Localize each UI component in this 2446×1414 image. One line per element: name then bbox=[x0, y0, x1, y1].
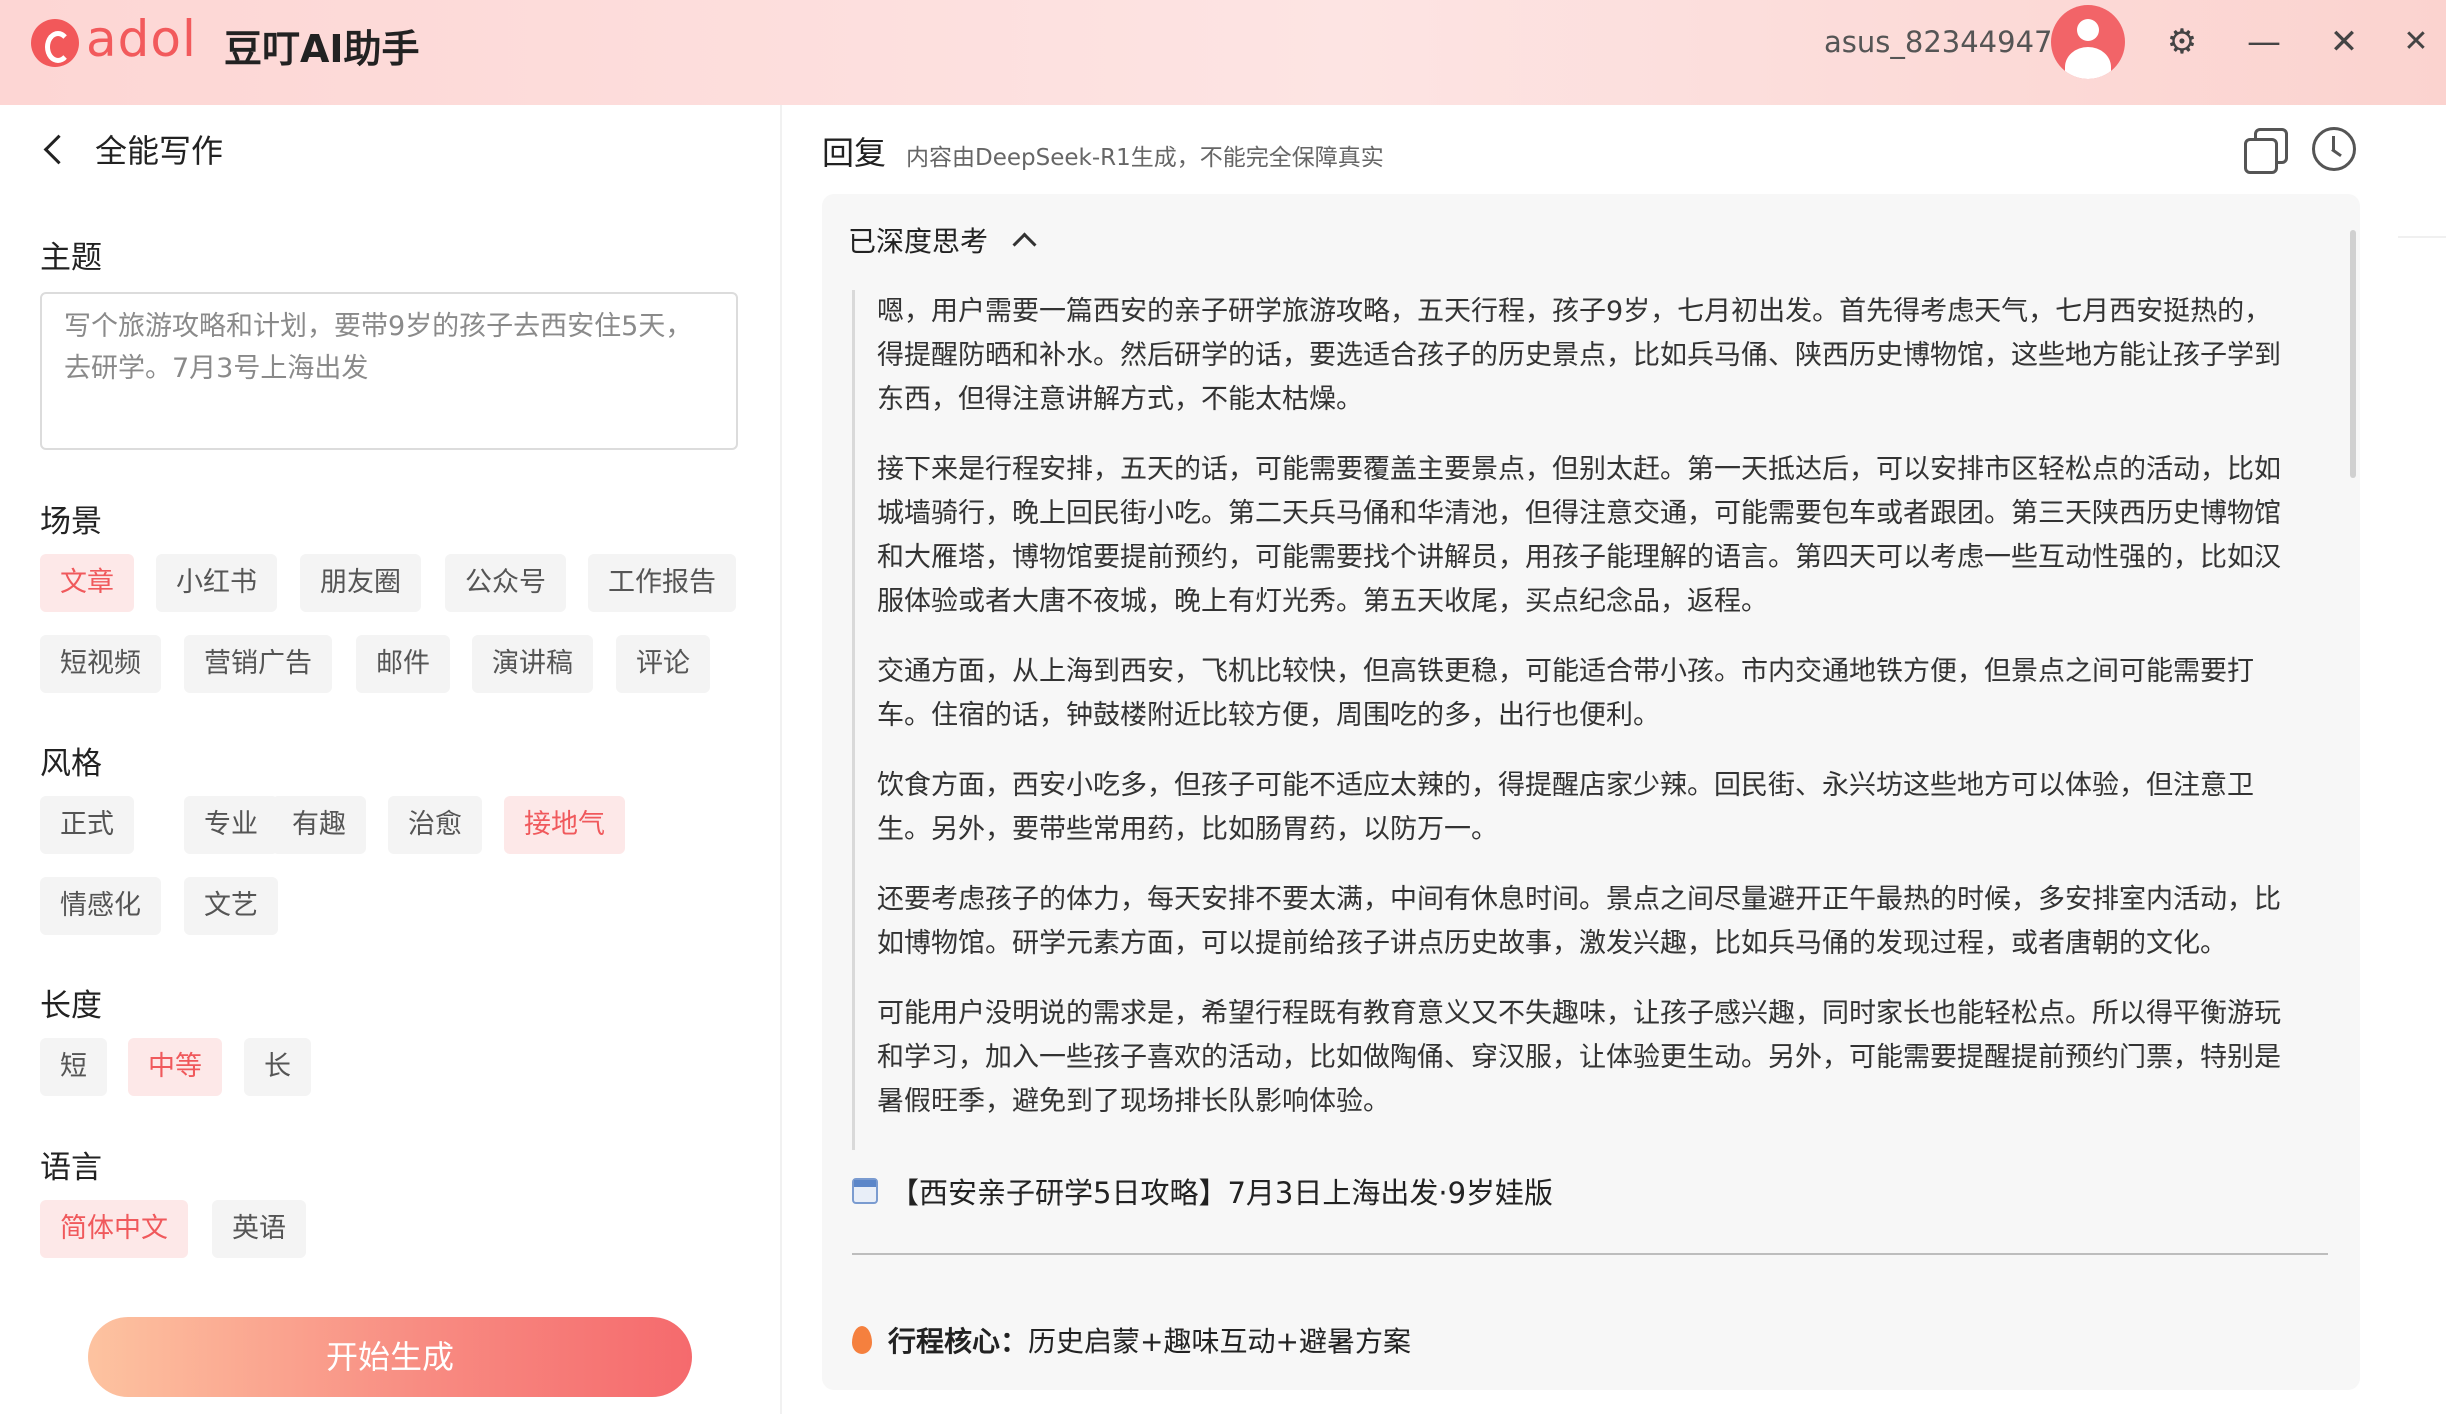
length-option[interactable]: 长 bbox=[244, 1038, 311, 1096]
app-title: 豆叮AI助手 bbox=[224, 27, 420, 71]
scene-option[interactable]: 朋友圈 bbox=[300, 554, 421, 612]
fire-icon bbox=[852, 1326, 872, 1354]
back-nav[interactable]: 全能写作 bbox=[40, 126, 223, 172]
chevron-up-icon[interactable] bbox=[1012, 231, 1037, 257]
thinking-paragraph: 还要考虑孩子的体力，每天安排不要太满，中间有休息时间。景点之间尽量避开正午最热的… bbox=[877, 884, 2281, 959]
style-label: 风格 bbox=[40, 746, 102, 782]
plan-title: 【西安亲子研学5日攻略】7月3日上海出发·9岁娃版 bbox=[890, 1176, 1554, 1210]
style-option[interactable]: 专业 bbox=[184, 796, 278, 854]
style-option[interactable]: 接地气 bbox=[504, 796, 625, 854]
style-option[interactable]: 治愈 bbox=[388, 796, 482, 854]
scene-option[interactable]: 小红书 bbox=[156, 554, 277, 612]
topic-input[interactable]: 写个旅游攻略和计划，要带9岁的孩子去西安住5天，去研学。7月3号上海出发 bbox=[40, 292, 738, 450]
reply-disclaimer: 内容由DeepSeek-R1生成，不能完全保障真实 bbox=[906, 145, 1384, 171]
reply-content: 已深度思考 嗯，用户需要一篇西安的亲子研学旅游攻略，五天行程，孩子9岁，七月初出… bbox=[822, 194, 2360, 1390]
style-option[interactable]: 文艺 bbox=[184, 877, 278, 935]
scene-option[interactable]: 短视频 bbox=[40, 635, 161, 693]
deep-thinking-label: 已深度思考 bbox=[848, 225, 989, 258]
reply-title: 回复 bbox=[822, 134, 887, 172]
thinking-paragraph: 嗯，用户需要一篇西安的亲子研学旅游攻略，五天行程，孩子9岁，七月初出发。首先得考… bbox=[877, 296, 2281, 415]
scene-option[interactable]: 邮件 bbox=[356, 635, 450, 693]
language-label: 语言 bbox=[40, 1150, 102, 1186]
thinking-paragraph: 可能用户没明说的需求是，希望行程既有教育意义又不失趣味，让孩子感兴趣，同时家长也… bbox=[877, 998, 2281, 1117]
gear-icon[interactable]: ⚙ bbox=[2160, 20, 2204, 64]
scene-option[interactable]: 文章 bbox=[40, 554, 134, 612]
plan-heading: 【西安亲子研学5日攻略】7月3日上海出发·9岁娃版 bbox=[852, 1170, 1553, 1212]
style-option[interactable]: 情感化 bbox=[40, 877, 161, 935]
chevron-left-icon[interactable] bbox=[43, 134, 74, 164]
logo-text: adol bbox=[86, 10, 197, 68]
scene-option[interactable]: 公众号 bbox=[445, 554, 566, 612]
core-label: 行程核心： bbox=[888, 1325, 1029, 1358]
scene-label: 场景 bbox=[40, 504, 102, 540]
language-option[interactable]: 英语 bbox=[212, 1200, 306, 1258]
thinking-block: 嗯，用户需要一篇西安的亲子研学旅游攻略，五天行程，孩子9岁，七月初出发。首先得考… bbox=[852, 290, 2292, 1150]
title-bar: adol 豆叮AI助手 asus_823449471 ⚙ — ✕ ✕ bbox=[0, 0, 2446, 105]
side-close-icon[interactable]: ✕ bbox=[2394, 20, 2438, 64]
thinking-paragraph: 交通方面，从上海到西安，飞机比较快，但高铁更稳，可能适合带小孩。市内交通地铁方便… bbox=[877, 656, 2254, 731]
logo-icon bbox=[31, 19, 79, 67]
copy-icon[interactable] bbox=[2244, 128, 2288, 174]
close-icon[interactable]: ✕ bbox=[2322, 20, 2366, 64]
scene-option[interactable]: 评论 bbox=[616, 635, 710, 693]
scene-option[interactable]: 工作报告 bbox=[588, 554, 736, 612]
thinking-paragraph: 接下来是行程安排，五天的话，可能需要覆盖主要景点，但别太赶。第一天抵达后，可以安… bbox=[877, 454, 2281, 617]
thinking-paragraph: 饮食方面，西安小吃多，但孩子可能不适应太辣的，得提醒店家少辣。回民街、永兴坊这些… bbox=[877, 770, 2254, 845]
deep-thinking-toggle[interactable]: 已深度思考 bbox=[848, 220, 1037, 260]
scrollbar[interactable] bbox=[2350, 230, 2356, 478]
avatar[interactable] bbox=[2051, 5, 2125, 79]
language-option[interactable]: 简体中文 bbox=[40, 1200, 188, 1258]
length-label: 长度 bbox=[40, 988, 102, 1024]
page-title: 全能写作 bbox=[95, 132, 224, 170]
divider bbox=[852, 1253, 2328, 1255]
calendar-icon bbox=[852, 1178, 878, 1204]
style-option[interactable]: 正式 bbox=[40, 796, 134, 854]
scene-option[interactable]: 营销广告 bbox=[184, 635, 332, 693]
username[interactable]: asus_823449471 bbox=[1824, 25, 2071, 59]
side-divider bbox=[2398, 236, 2446, 238]
generate-button[interactable]: 开始生成 bbox=[88, 1317, 692, 1397]
panel-divider bbox=[780, 105, 782, 1414]
length-option[interactable]: 短 bbox=[40, 1038, 107, 1096]
style-option[interactable]: 有趣 bbox=[272, 796, 366, 854]
history-icon[interactable] bbox=[2312, 127, 2356, 171]
topic-label: 主题 bbox=[40, 240, 102, 276]
length-option[interactable]: 中等 bbox=[128, 1038, 222, 1096]
core-line: 行程核心： 历史启蒙+趣味互动+避暑方案 bbox=[852, 1320, 1411, 1360]
minimize-icon[interactable]: — bbox=[2242, 20, 2286, 64]
scene-option[interactable]: 演讲稿 bbox=[472, 635, 593, 693]
core-text: 历史启蒙+趣味互动+避暑方案 bbox=[1028, 1325, 1411, 1358]
